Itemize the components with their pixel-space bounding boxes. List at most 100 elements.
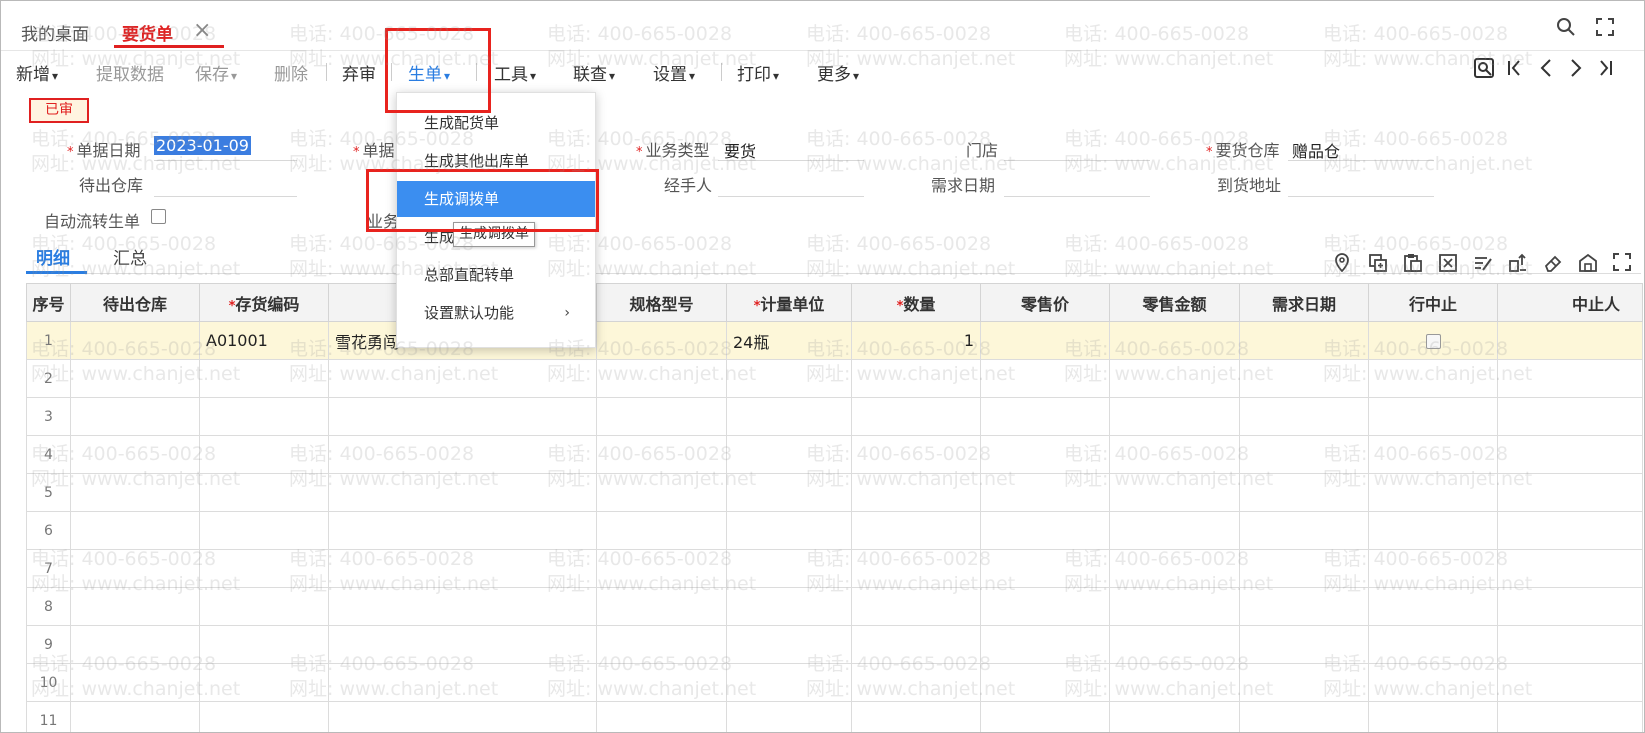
cell-retail-amount[interactable] [1109, 321, 1240, 360]
grid-cell[interactable] [1368, 397, 1498, 436]
unaudit-button[interactable]: 弃审 [342, 60, 376, 85]
grid-cell[interactable] [70, 549, 200, 588]
col-retail-price-header[interactable]: 零售价 [980, 283, 1110, 322]
grid-cell[interactable] [199, 511, 329, 550]
grid-cell[interactable] [70, 701, 200, 732]
grid-cell[interactable] [726, 435, 852, 474]
handler-field[interactable] [718, 196, 864, 197]
grid-cell[interactable] [851, 549, 981, 588]
grid-cell[interactable] [1368, 625, 1498, 664]
tab-requisition[interactable]: 要货单 [122, 20, 173, 45]
tab-detail[interactable]: 明细 [36, 244, 70, 269]
grid-cell[interactable] [980, 511, 1110, 550]
col-demand-date-header[interactable]: 需求日期 [1239, 283, 1369, 322]
grid-cell[interactable] [1109, 397, 1240, 436]
biz-type-field[interactable]: 要货 [724, 138, 756, 162]
grid-cell[interactable] [328, 473, 597, 512]
extract-data-button[interactable]: 提取数据 [96, 60, 164, 85]
col-item-code-header[interactable]: *存货编码 [199, 283, 329, 322]
grid-cell[interactable] [1368, 511, 1498, 550]
tab-summary[interactable]: 汇总 [113, 244, 147, 269]
req-warehouse-field[interactable]: 赠品仓 [1292, 138, 1340, 162]
grid-cell[interactable] [1109, 511, 1240, 550]
preview-icon[interactable] [1473, 57, 1495, 85]
fullscreen-icon[interactable] [1596, 17, 1614, 41]
grid-cell[interactable] [1109, 359, 1240, 398]
grid-cell[interactable] [726, 473, 852, 512]
grid-cell[interactable] [70, 511, 200, 550]
grid-cell[interactable] [70, 587, 200, 626]
grid-cell[interactable] [1239, 473, 1369, 512]
table-row[interactable]: 1 A01001 雪花勇闯 24瓶 1 [26, 321, 1643, 360]
grid-cell[interactable] [70, 435, 200, 474]
grid-cell[interactable] [1497, 625, 1643, 664]
batch-edit-icon[interactable] [1473, 253, 1493, 278]
grid-cell[interactable] [596, 663, 727, 702]
menu-item-gen-other-outbound[interactable]: 生成其他出库单 [397, 143, 595, 179]
cell-unit[interactable]: 24瓶 [726, 321, 852, 360]
grid-cell[interactable] [1497, 473, 1643, 512]
grid-cell[interactable] [851, 435, 981, 474]
delete-button[interactable]: 删除 [274, 60, 308, 85]
save-button[interactable]: 保存 ▾ [195, 60, 237, 85]
col-unit-header[interactable]: *计量单位 [726, 283, 852, 322]
grid-cell[interactable] [199, 625, 329, 664]
grid-cell[interactable] [851, 701, 981, 732]
cell-qty[interactable]: 1 [851, 321, 981, 360]
grid-cell[interactable] [596, 435, 727, 474]
grid-cell[interactable] [1368, 549, 1498, 588]
grid-cell[interactable] [70, 359, 200, 398]
grid-cell[interactable] [726, 625, 852, 664]
grid-cell[interactable] [726, 663, 852, 702]
table-row[interactable]: 4 [26, 435, 1643, 474]
grid-cell[interactable] [1239, 625, 1369, 664]
grid-cell[interactable] [980, 701, 1110, 732]
table-row[interactable]: 2 [26, 359, 1643, 398]
grid-cell[interactable] [1239, 435, 1369, 474]
grid-cell[interactable] [199, 663, 329, 702]
col-retail-amount-header[interactable]: 零售金额 [1109, 283, 1240, 322]
demand-date-field[interactable] [1004, 196, 1150, 197]
table-row[interactable]: 6 [26, 511, 1643, 550]
grid-cell[interactable] [980, 473, 1110, 512]
expand-icon[interactable] [1613, 253, 1631, 276]
grid-cell[interactable] [1109, 587, 1240, 626]
col-qty-header[interactable]: *数量 [851, 283, 981, 322]
grid-cell[interactable] [726, 587, 852, 626]
grid-cell[interactable] [596, 359, 727, 398]
grid-cell[interactable] [851, 663, 981, 702]
col-out-warehouse-header[interactable]: 待出仓库 [70, 283, 200, 322]
grid-cell[interactable] [328, 549, 597, 588]
table-row[interactable]: 11 [26, 701, 1643, 732]
location-icon[interactable] [1333, 253, 1351, 278]
grid-cell[interactable] [1239, 701, 1369, 732]
delete-row-icon[interactable] [1438, 253, 1458, 278]
grid-cell[interactable] [596, 701, 727, 732]
prev-record-icon[interactable] [1538, 57, 1554, 85]
print-button[interactable]: 打印 ▾ [737, 60, 779, 85]
cell-out-warehouse[interactable] [70, 321, 200, 360]
grid-cell[interactable] [199, 359, 329, 398]
tab-desktop[interactable]: 我的桌面 [21, 20, 89, 45]
grid-cell[interactable] [328, 435, 597, 474]
menu-item-default-function[interactable]: 设置默认功能 › [397, 295, 595, 331]
table-row[interactable]: 7 [26, 549, 1643, 588]
grid-cell[interactable] [70, 625, 200, 664]
grid-cell[interactable] [980, 359, 1110, 398]
grid-cell[interactable] [70, 397, 200, 436]
col-index-header[interactable]: 序号 [26, 283, 71, 322]
generate-order-button[interactable]: 生单 ▾ [408, 60, 450, 85]
grid-cell[interactable] [851, 587, 981, 626]
grid-cell[interactable] [596, 397, 727, 436]
grid-cell[interactable] [70, 473, 200, 512]
grid-cell[interactable] [1497, 435, 1643, 474]
search-icon[interactable] [1556, 17, 1576, 42]
grid-cell[interactable] [851, 359, 981, 398]
first-record-icon[interactable] [1506, 57, 1522, 85]
grid-cell[interactable] [980, 587, 1110, 626]
grid-cell[interactable] [199, 435, 329, 474]
grid-cell[interactable] [1109, 663, 1240, 702]
cell-spec[interactable] [596, 321, 727, 360]
grid-cell[interactable] [596, 587, 727, 626]
grid-cell[interactable] [1239, 663, 1369, 702]
